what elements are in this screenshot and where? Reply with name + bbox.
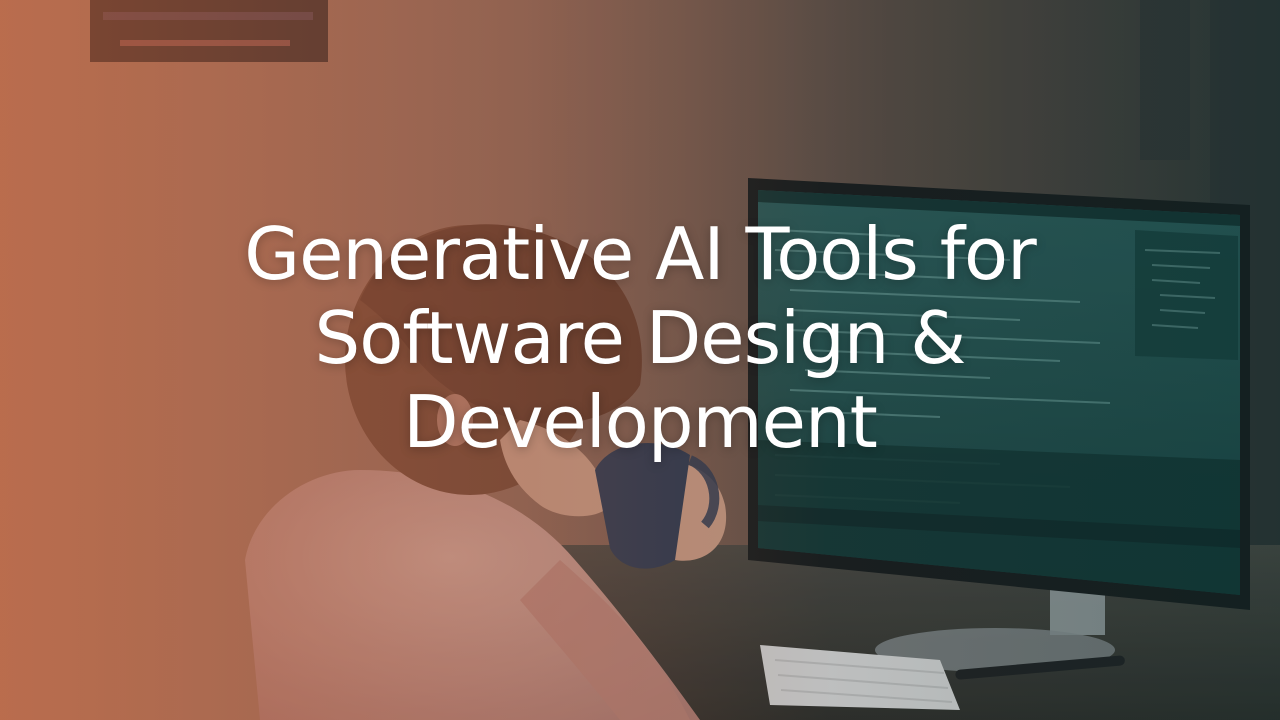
hero-title-container: Generative AI Tools for Software Design … xyxy=(140,212,1140,464)
hero-banner: Generative AI Tools for Software Design … xyxy=(0,0,1280,720)
hero-title: Generative AI Tools for Software Design … xyxy=(244,212,1036,464)
